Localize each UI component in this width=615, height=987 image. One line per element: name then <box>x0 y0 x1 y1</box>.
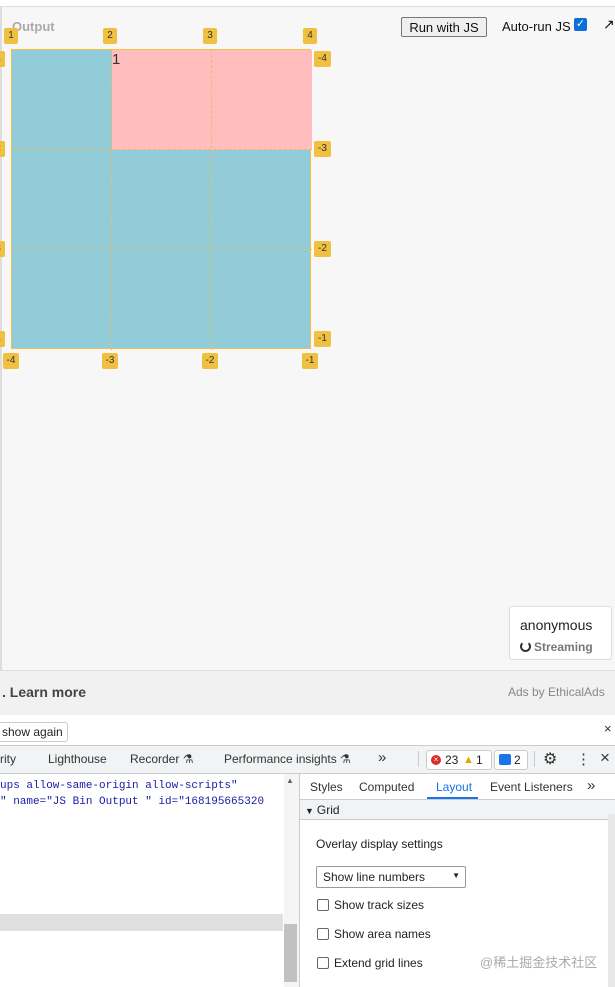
close-icon[interactable]: × <box>604 721 612 736</box>
tab-layout[interactable]: Layout <box>436 780 472 794</box>
grid-line-number-badge: 3 <box>0 241 5 257</box>
watermark: @稀土掘金技术社区 <box>480 955 598 970</box>
error-icon: × <box>431 755 441 765</box>
tab-recorder[interactable]: Recorder ⚗ <box>130 752 193 766</box>
scroll-up-arrow-icon[interactable]: ▲ <box>286 776 294 785</box>
popout-arrow-icon[interactable]: ↗ <box>603 16 615 33</box>
dont-show-again-button[interactable]: show again <box>0 722 68 742</box>
line-numbers-select[interactable]: Show line numbers ▼ <box>316 866 466 888</box>
grid-line-number-badge: 2 <box>0 141 5 157</box>
grid-item-highlight <box>112 50 312 150</box>
error-count: 23 <box>445 753 459 767</box>
active-tab-indicator <box>427 797 478 799</box>
select-value: Show line numbers <box>323 870 426 884</box>
grid-line-number-badge: -1 <box>314 331 331 347</box>
spinner-icon <box>520 641 531 652</box>
more-tabs-icon[interactable]: » <box>378 749 386 766</box>
grid-section-title: ▼ Grid <box>305 803 340 817</box>
settings-gear-icon[interactable]: ⚙ <box>543 749 557 769</box>
streaming-label: Streaming <box>534 640 593 654</box>
user-status-card[interactable]: anonymous Streaming <box>509 606 612 660</box>
checkbox-label: Extend grid lines <box>334 956 423 970</box>
messages-counter[interactable]: 2 <box>494 750 528 770</box>
sidebar-scrollbar[interactable] <box>608 814 615 987</box>
devtools-tab-bar: rity Lighthouse Recorder ⚗ Performance i… <box>0 746 615 774</box>
kebab-menu-icon[interactable]: ⋮ <box>576 750 591 768</box>
checkbox-label: Show area names <box>334 927 431 941</box>
tab-security[interactable]: rity <box>0 752 16 766</box>
grid-line-number-badge: 3 <box>203 28 217 44</box>
tab-styles[interactable]: Styles <box>310 780 343 794</box>
grid-line-number-badge: -4 <box>3 353 19 369</box>
grid-line-number-badge: 4 <box>0 331 5 347</box>
divider <box>534 751 535 767</box>
vertical-scrollbar-thumb[interactable] <box>284 924 297 982</box>
close-devtools-icon[interactable]: × <box>600 748 610 768</box>
issues-counter[interactable]: × 23 ▲ 1 <box>426 750 492 770</box>
extend-grid-lines-checkbox[interactable] <box>317 957 329 969</box>
code-text: ups allow-same-origin allow-scripts" <box>0 780 238 792</box>
sidebar-tab-bar: Styles Computed Layout Event Listeners » <box>300 774 615 800</box>
code-line[interactable]: ups allow-same-origin allow-scripts" <box>0 780 238 792</box>
warning-count: 1 <box>476 753 483 767</box>
tab-lighthouse[interactable]: Lighthouse <box>48 752 107 766</box>
grid-line <box>211 50 212 350</box>
code-text: " name="JS Bin Output " id="168195665320 <box>0 796 265 808</box>
message-count: 2 <box>514 753 521 767</box>
ads-by-link[interactable]: Ads by EthicalAds <box>508 685 605 699</box>
grid-line-number-badge: 1 <box>0 51 5 67</box>
learn-more-link[interactable]: . Learn more <box>2 684 86 700</box>
grid-line-number-badge: -3 <box>102 353 118 369</box>
triangle-down-icon: ▼ <box>305 806 314 816</box>
grid-line-number-badge: -2 <box>202 353 218 369</box>
ad-strip: . Learn more Ads by EthicalAds <box>0 670 615 716</box>
chevron-down-icon: ▼ <box>452 871 460 880</box>
grid-line-number-badge: -4 <box>314 51 331 67</box>
devtools-notice-bar: show again × <box>0 715 615 746</box>
tab-computed[interactable]: Computed <box>359 780 414 794</box>
grid-line <box>12 149 312 150</box>
autorun-checkbox[interactable]: ✓ <box>574 18 587 31</box>
code-line[interactable]: " name="JS Bin Output " id="168195665320 <box>0 796 264 808</box>
grid-section-header[interactable]: ▼ Grid <box>300 800 615 820</box>
grid-line-number-badge: -3 <box>314 141 331 157</box>
top-strip <box>0 0 615 7</box>
grid-line <box>12 249 312 250</box>
tab-event-listeners[interactable]: Event Listeners <box>490 780 573 794</box>
divider <box>418 751 419 767</box>
grid-line-number-badge: 4 <box>303 28 317 44</box>
streaming-status: Streaming <box>520 640 593 654</box>
show-track-sizes-checkbox[interactable] <box>317 899 329 911</box>
horizontal-scrollbar[interactable] <box>0 914 283 931</box>
elements-code-panel: ups allow-same-origin allow-scripts" " n… <box>0 774 300 987</box>
overlay-settings-title: Overlay display settings <box>316 837 443 851</box>
grid-line-number-badge: -1 <box>302 353 318 369</box>
message-icon <box>499 754 511 765</box>
output-pane: Output Run with JS Auto-run JS ✓ ↗ 1 1 2… <box>0 0 615 670</box>
tab-performance-insights[interactable]: Performance insights ⚗ <box>224 752 351 766</box>
show-area-names-checkbox[interactable] <box>317 928 329 940</box>
grid-title-text: Grid <box>316 803 340 817</box>
username-label: anonymous <box>520 617 593 633</box>
grid-line-number-badge: -2 <box>314 241 331 257</box>
output-label: Output <box>12 19 55 34</box>
grid-item-number: 1 <box>112 51 121 68</box>
autorun-label: Auto-run JS <box>502 19 571 34</box>
run-with-js-button[interactable]: Run with JS <box>401 17 487 37</box>
grid-line <box>111 50 112 350</box>
warning-icon: ▲ <box>463 754 474 766</box>
grid-line-number-badge: 1 <box>4 28 18 44</box>
checkbox-label: Show track sizes <box>334 898 425 912</box>
grid-line-number-badge: 2 <box>103 28 117 44</box>
grid-container <box>11 49 312 350</box>
more-tabs-icon[interactable]: » <box>587 777 595 794</box>
